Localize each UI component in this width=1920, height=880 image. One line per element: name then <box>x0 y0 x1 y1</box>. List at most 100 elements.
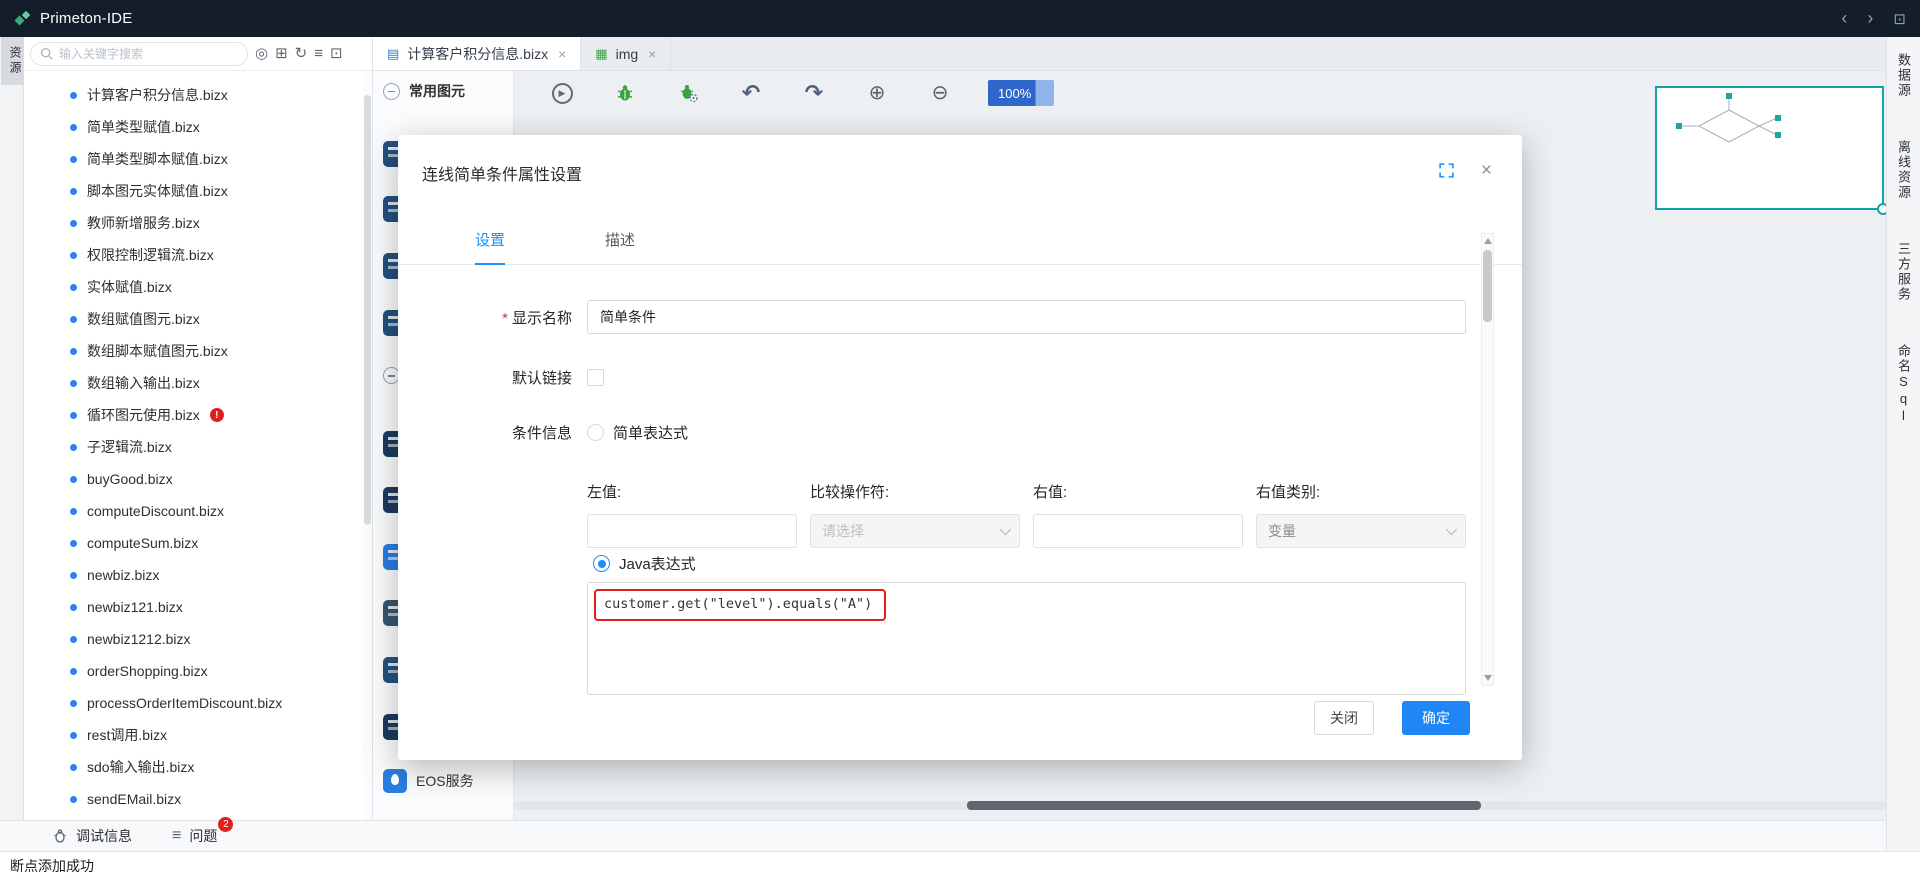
search-input[interactable] <box>59 47 238 61</box>
canvas-toolbar: ▶ <box>551 80 1054 106</box>
rail-tab-resources[interactable]: 资源 <box>1 37 24 85</box>
list-settings-icon[interactable]: ≡ <box>314 46 323 61</box>
simple-expression-radio[interactable] <box>587 424 604 441</box>
tree-file-item[interactable]: 权限控制逻辑流.bizx <box>24 239 372 271</box>
file-bullet-icon <box>70 348 77 355</box>
tree-file-item[interactable]: newbiz.bizx <box>24 559 372 591</box>
redo-icon[interactable]: ↷ <box>803 82 825 104</box>
error-badge: ! <box>210 408 224 422</box>
java-expression-radio[interactable] <box>593 555 610 572</box>
tree-file-item[interactable]: 数组输入输出.bizx <box>24 367 372 399</box>
package-icon[interactable]: ⊞ <box>275 46 288 61</box>
right-rail-tab[interactable]: 三方服务 <box>1894 232 1913 312</box>
collapse-icon[interactable] <box>383 83 400 100</box>
debug-info-tab[interactable]: 调试信息 <box>52 826 132 846</box>
tree-file-item[interactable]: 实体赋值.bizx <box>24 271 372 303</box>
tree-file-item[interactable]: buyGood.bizx <box>24 463 372 495</box>
tree-file-item[interactable]: 数组赋值图元.bizx <box>24 303 372 335</box>
tree-file-item[interactable]: orderShopping.bizx <box>24 655 372 687</box>
window-layout-icon[interactable]: ⊡ <box>1893 10 1906 28</box>
close-button[interactable]: 关闭 <box>1314 701 1374 735</box>
tree-file-item[interactable]: newbiz121.bizx <box>24 591 372 623</box>
right-value-input[interactable] <box>1033 514 1243 548</box>
tree-file-item[interactable]: 数组脚本赋值图元.bizx <box>24 335 372 367</box>
tree-file-item[interactable]: sendEMail.bizx <box>24 783 372 815</box>
file-name: buyGood.bizx <box>87 471 173 487</box>
tree-file-item[interactable]: 教师新增服务.bizx <box>24 207 372 239</box>
tree-file-item[interactable]: 脚本图元实体赋值.bizx <box>24 175 372 207</box>
file-bullet-icon <box>70 700 77 707</box>
tree-file-item[interactable]: 子逻辑流.bizx <box>24 431 372 463</box>
zoom-in-icon[interactable]: ⊕ <box>866 82 888 104</box>
nav-forward-icon[interactable]: › <box>1867 8 1873 29</box>
diagram-minimap[interactable] <box>1655 86 1884 210</box>
run-debug-icon[interactable]: ▶ <box>551 82 573 104</box>
right-rail-tab[interactable]: 数据源 <box>1894 43 1913 108</box>
maximize-icon[interactable] <box>1438 162 1455 179</box>
search-box[interactable] <box>30 42 248 66</box>
right-rail-tab[interactable]: 命名Sql <box>1894 334 1913 435</box>
tree-file-item[interactable]: 计算客户积分信息.bizx <box>24 79 372 111</box>
explorer-scrollbar[interactable] <box>363 71 372 820</box>
scroll-down-icon[interactable] <box>1484 675 1492 681</box>
tree-file-item[interactable]: computeDiscount.bizx <box>24 495 372 527</box>
operator-select[interactable]: 请选择 <box>810 514 1020 548</box>
confirm-button[interactable]: 确定 <box>1402 701 1470 735</box>
debug-settings-icon[interactable] <box>677 82 699 104</box>
tab-close-icon[interactable]: × <box>558 46 566 62</box>
minimap-flowchart <box>1657 88 1882 208</box>
undo-icon[interactable]: ↶ <box>740 82 762 104</box>
file-name: 教师新增服务.bizx <box>87 213 200 233</box>
tab-description[interactable]: 描述 <box>605 229 635 264</box>
editor-tab-img[interactable]: ▦ img × <box>581 37 671 70</box>
tree-file-item[interactable]: 简单类型脚本赋值.bizx <box>24 143 372 175</box>
tree-file-item[interactable]: 简单类型赋值.bizx <box>24 111 372 143</box>
file-name: 简单类型赋值.bizx <box>87 117 200 137</box>
app-title: Primeton-IDE <box>40 10 132 27</box>
zoom-level-input[interactable]: 100% <box>988 80 1054 106</box>
file-bullet-icon <box>70 732 77 739</box>
file-bullet-icon <box>70 380 77 387</box>
tab-close-icon[interactable]: × <box>648 46 656 62</box>
refresh-icon[interactable]: ↻ <box>295 46 308 61</box>
palette-item-eos-service[interactable]: EOS服务 <box>383 769 474 793</box>
tree-file-item[interactable]: processOrderItemDiscount.bizx <box>24 687 372 719</box>
file-bullet-icon <box>70 252 77 259</box>
img-file-icon: ▦ <box>595 46 607 62</box>
tree-file-item[interactable]: sdo输入输出.bizx <box>24 751 372 783</box>
scroll-up-icon[interactable] <box>1484 238 1492 244</box>
tree-file-item[interactable]: rest调用.bizx <box>24 719 372 751</box>
operator-placeholder: 请选择 <box>822 521 864 541</box>
java-expression-textarea[interactable]: customer.get("level").equals("A") <box>587 582 1466 695</box>
canvas-hscrollbar[interactable] <box>514 801 1886 810</box>
operator-header: 比较操作符: <box>810 481 1020 501</box>
file-name: 实体赋值.bizx <box>87 277 172 297</box>
palette-group-header[interactable]: 常用图元 <box>383 81 465 101</box>
right-type-select[interactable]: 变量 <box>1256 514 1466 548</box>
file-bullet-icon <box>70 668 77 675</box>
export-icon[interactable]: ⊡ <box>330 46 343 61</box>
default-link-checkbox[interactable] <box>587 369 604 386</box>
zoom-out-icon[interactable]: ⊖ <box>929 82 951 104</box>
app-window: Primeton-IDE ‹ › ⊡ 资源 ◎ ⊞ ↻ ≡ ⊡ <box>0 0 1920 880</box>
editor-tab-bizx[interactable]: ▤ 计算客户积分信息.bizx × <box>373 37 581 70</box>
tree-file-item[interactable]: 循环图元使用.bizx ! <box>24 399 372 431</box>
display-name-input[interactable] <box>587 300 1466 334</box>
tab-settings[interactable]: 设置 <box>475 229 505 265</box>
tree-file-item[interactable]: computeSum.bizx <box>24 527 372 559</box>
locate-icon[interactable]: ◎ <box>255 46 268 61</box>
left-value-input[interactable] <box>587 514 797 548</box>
right-rail-tab[interactable]: 离线资源 <box>1894 130 1913 210</box>
explorer-scrollbar-thumb[interactable] <box>364 95 371 525</box>
problems-tab[interactable]: ≡ 问题 2 <box>172 826 217 846</box>
dialog-scrollbar-thumb[interactable] <box>1483 250 1492 322</box>
file-bullet-icon <box>70 188 77 195</box>
close-icon[interactable]: × <box>1481 161 1492 180</box>
debug-bug-icon[interactable] <box>614 82 636 104</box>
dialog-scrollbar[interactable] <box>1481 233 1494 686</box>
canvas-hscrollbar-thumb[interactable] <box>967 801 1481 810</box>
nav-back-icon[interactable]: ‹ <box>1841 8 1847 29</box>
titlebar: Primeton-IDE ‹ › ⊡ <box>0 0 1920 37</box>
tree-file-item[interactable]: newbiz1212.bizx <box>24 623 372 655</box>
file-name: rest调用.bizx <box>87 725 167 745</box>
